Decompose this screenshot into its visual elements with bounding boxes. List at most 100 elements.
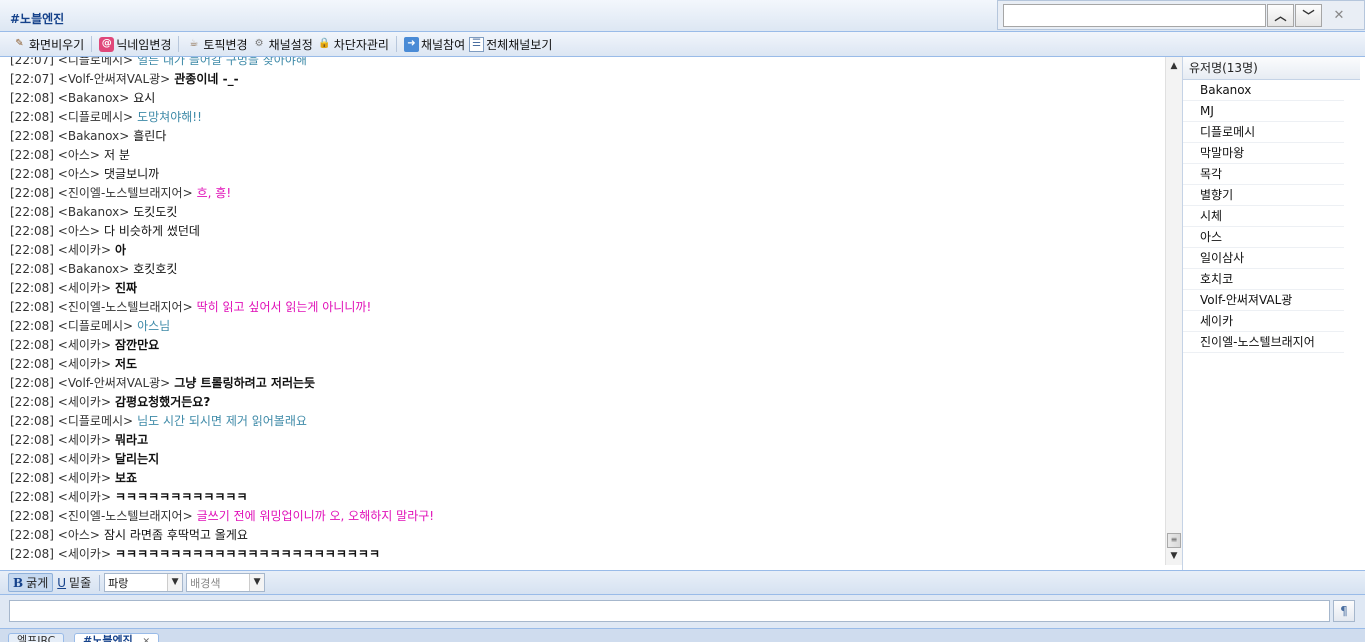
- chat-nick[interactable]: <진이엘-노스텔브래지어>: [58, 300, 193, 314]
- chat-line: [22:08] <디플로메시> 아스님: [10, 317, 1160, 336]
- lock-icon: 🔒: [318, 38, 331, 49]
- find-next-button[interactable]: ﹀: [1295, 4, 1322, 27]
- block-manage-button[interactable]: 🔒 차단자관리: [315, 34, 391, 54]
- chat-line: [22:08] <디플로메시> 도망쳐야해!!: [10, 108, 1160, 127]
- window-title: #노블엔진: [10, 12, 65, 26]
- chat-nick[interactable]: <Bakanox>: [58, 262, 129, 276]
- chat-nick[interactable]: <디플로메시>: [58, 57, 133, 67]
- chat-timestamp: [22:08]: [10, 471, 54, 485]
- chat-message: 얼른 내가 들어갈 구멍을 찾아야해: [137, 57, 307, 67]
- chat-message: ㅋㅋㅋㅋㅋㅋㅋㅋㅋㅋㅋㅋ: [115, 490, 248, 504]
- change-topic-button[interactable]: ☕ 토픽변경: [184, 34, 249, 54]
- user-list-item[interactable]: 일이삼사: [1183, 248, 1344, 269]
- channel-settings-button[interactable]: ⚙ 채널설정: [250, 34, 315, 54]
- chat-nick[interactable]: <Bakanox>: [58, 205, 129, 219]
- underline-button[interactable]: U 밑줄: [53, 573, 95, 592]
- chat-nick[interactable]: <디플로메시>: [58, 319, 133, 333]
- chat-nick[interactable]: <디플로메시>: [58, 110, 133, 124]
- bold-button[interactable]: B 굵게: [8, 573, 54, 592]
- find-prev-button[interactable]: ︿: [1267, 4, 1294, 27]
- chat-timestamp: [22:08]: [10, 186, 54, 200]
- chat-nick[interactable]: <Volf-안써져VAL광>: [58, 376, 170, 390]
- view-all-channels-button[interactable]: ☰ 전체채널보기: [467, 34, 554, 54]
- chat-nick[interactable]: <진이엘-노스텔브래지어>: [58, 509, 193, 523]
- chat-nick[interactable]: <디플로메시>: [58, 414, 133, 428]
- chat-message: 아스님: [137, 319, 171, 333]
- chat-message: 달리는지: [115, 452, 160, 466]
- change-nick-button[interactable]: @ 닉네임변경: [97, 34, 173, 54]
- text-color-select[interactable]: 파랑 ▼: [104, 573, 184, 592]
- chat-scrollbar[interactable]: ▲ ≡ ▼: [1165, 57, 1182, 565]
- user-list-item[interactable]: Bakanox: [1183, 80, 1344, 101]
- scroll-thumb[interactable]: ≡: [1167, 533, 1181, 548]
- change-topic-label: 토픽변경: [203, 37, 248, 52]
- chat-line: [22:08] <세이카> 진짜: [10, 279, 1160, 298]
- message-input[interactable]: [9, 600, 1330, 622]
- user-list-item[interactable]: 별향기: [1183, 185, 1344, 206]
- chat-nick[interactable]: <아스>: [58, 528, 100, 542]
- find-close-button[interactable]: ✕: [1330, 6, 1348, 24]
- chat-nick[interactable]: <진이엘-노스텔브래지어>: [58, 186, 193, 200]
- chat-timestamp: [22:08]: [10, 319, 54, 333]
- user-list-item[interactable]: 아스: [1183, 227, 1344, 248]
- bold-label: 굵게: [26, 576, 49, 590]
- chat-timestamp: [22:08]: [10, 148, 54, 162]
- message-input-row: ¶: [0, 595, 1365, 628]
- main-toolbar: ✎ 화면비우기 @ 닉네임변경 ☕ 토픽변경 ⚙ 채널설정 🔒 차단자관리 ➜ …: [0, 32, 1365, 57]
- find-bar: ︿ ﹀ ✕: [997, 0, 1365, 30]
- chat-nick[interactable]: <세이카>: [58, 433, 111, 447]
- chat-message: 글쓰기 전에 워밍업이니까 오, 오해하지 말라구!: [196, 509, 435, 523]
- chat-line: [22:08] <Bakanox> 흘린다: [10, 127, 1160, 146]
- chat-message: 요시: [133, 91, 156, 105]
- chat-timestamp: [22:08]: [10, 395, 54, 409]
- chat-line: [22:08] <아스> 잠시 라면좀 후딱먹고 올게요: [10, 526, 1160, 545]
- user-list-item[interactable]: 호치코: [1183, 269, 1344, 290]
- chat-nick[interactable]: <세이카>: [58, 357, 111, 371]
- chat-nick[interactable]: <세이카>: [58, 243, 111, 257]
- clear-screen-button[interactable]: ✎ 화면비우기: [10, 34, 86, 54]
- tab-elf-irc[interactable]: 엘프IRC: [8, 633, 65, 642]
- chat-line: [22:08] <진이엘-노스텔브래지어> 딱히 읽고 싶어서 읽는게 아니니까!: [10, 298, 1160, 317]
- bg-color-value: 배경색: [190, 576, 221, 590]
- text-color-value: 파랑: [108, 576, 129, 590]
- user-list-item[interactable]: Volf-안써져VAL광: [1183, 290, 1344, 311]
- user-list-item[interactable]: 진이엘-노스텔브래지어: [1183, 332, 1344, 353]
- chat-line: [22:08] <세이카> 감평요청했거든요?: [10, 393, 1160, 412]
- chat-nick[interactable]: <Bakanox>: [58, 129, 129, 143]
- user-list-item[interactable]: 세이카: [1183, 311, 1344, 332]
- chat-nick[interactable]: <세이카>: [58, 490, 111, 504]
- chat-nick[interactable]: <Bakanox>: [58, 91, 129, 105]
- list-icon: ☰: [469, 36, 485, 52]
- user-list-item[interactable]: 막말마왕: [1183, 143, 1344, 164]
- chat-line: [22:08] <Bakanox> 호킷호킷: [10, 260, 1160, 279]
- chat-nick[interactable]: <세이카>: [58, 547, 111, 561]
- chat-message: 님도 시간 되시면 제거 읽어볼래요: [137, 414, 307, 428]
- chat-nick[interactable]: <세이카>: [58, 395, 111, 409]
- tab-noble-engine[interactable]: #노블엔진 ✕: [74, 633, 160, 642]
- chat-nick[interactable]: <세이카>: [58, 471, 111, 485]
- scroll-down-icon[interactable]: ▼: [1166, 549, 1182, 563]
- find-input[interactable]: [1003, 4, 1266, 27]
- close-icon[interactable]: ✕: [143, 637, 151, 642]
- chat-nick[interactable]: <세이카>: [58, 452, 111, 466]
- user-list-header[interactable]: 유저명(13명): [1183, 57, 1360, 80]
- chat-nick[interactable]: <Volf-안써져VAL광>: [58, 72, 170, 86]
- bg-color-select[interactable]: 배경색 ▼: [186, 573, 266, 592]
- chat-nick[interactable]: <아스>: [58, 167, 100, 181]
- chat-line: [22:08] <세이카> ㅋㅋㅋㅋㅋㅋㅋㅋㅋㅋㅋㅋㅋㅋㅋㅋㅋㅋㅋㅋㅋㅋㅋㅋ: [10, 545, 1160, 564]
- chat-log[interactable]: [22:07] <디플로메시> 얼른 내가 들어갈 구멍을 찾아야해 [22:07]…: [0, 57, 1165, 565]
- user-list-item[interactable]: 시체: [1183, 206, 1344, 227]
- join-channel-button[interactable]: ➜ 채널참여: [402, 34, 467, 54]
- user-list-item[interactable]: 목각: [1183, 164, 1344, 185]
- user-list-item[interactable]: 디플로메시: [1183, 122, 1344, 143]
- chat-nick[interactable]: <아스>: [58, 224, 100, 238]
- chat-timestamp: [22:08]: [10, 338, 54, 352]
- chat-nick[interactable]: <세이카>: [58, 338, 111, 352]
- scroll-up-icon[interactable]: ▲: [1166, 59, 1182, 73]
- chat-nick[interactable]: <아스>: [58, 148, 100, 162]
- chat-nick[interactable]: <세이카>: [58, 281, 111, 295]
- user-list-item[interactable]: MJ: [1183, 101, 1344, 122]
- chat-timestamp: [22:08]: [10, 528, 54, 542]
- send-button[interactable]: ¶: [1333, 600, 1355, 622]
- chat-message: 저 분: [103, 148, 130, 162]
